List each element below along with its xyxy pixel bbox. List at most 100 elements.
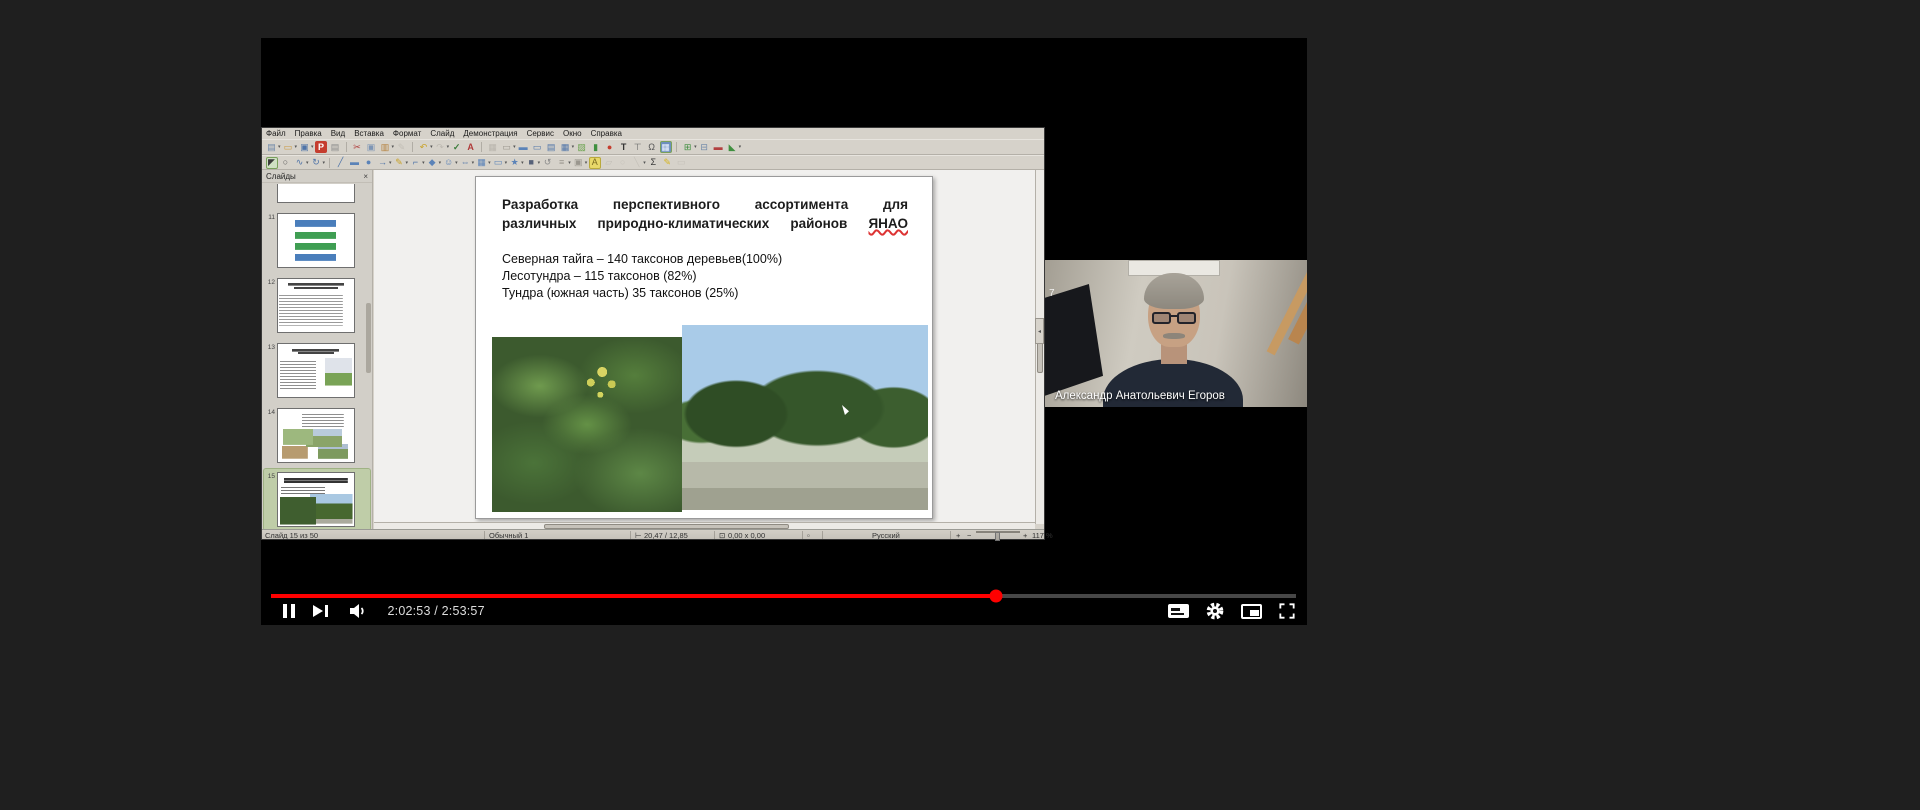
curve-icon[interactable]: ✎: [393, 157, 405, 169]
vertical-scrollbar[interactable]: [1035, 170, 1044, 524]
line-style-icon[interactable]: ∿: [294, 157, 306, 169]
slide-canvas[interactable]: Разработка перспективного ассортимента д…: [475, 176, 933, 519]
slide-thumbnail[interactable]: 12: [264, 278, 370, 333]
separator[interactable]: [329, 158, 330, 168]
ellipse-icon[interactable]: ●: [363, 157, 375, 169]
menu-item[interactable]: Файл: [266, 129, 286, 138]
sidebar-collapse-tab[interactable]: ◂: [1035, 318, 1044, 344]
next-button[interactable]: [313, 599, 328, 623]
new-slide-icon[interactable]: ⊞: [682, 141, 694, 153]
flowchart-icon[interactable]: ▦: [476, 157, 488, 169]
select-arrow-icon[interactable]: ◤: [266, 157, 278, 169]
master-slide-icon[interactable]: ▬: [517, 141, 529, 153]
menu-item[interactable]: Вид: [331, 129, 345, 138]
menu-item[interactable]: Правка: [295, 129, 322, 138]
delete-slide-icon[interactable]: ▬: [712, 141, 724, 153]
separator[interactable]: [676, 142, 677, 152]
arrange-icon[interactable]: ▣: [572, 157, 584, 169]
connector-icon[interactable]: ⌐: [410, 157, 422, 169]
new-document-icon[interactable]: ▤: [266, 141, 278, 153]
undo-icon[interactable]: ↶: [418, 141, 430, 153]
symbol-shapes-icon[interactable]: ☺: [443, 157, 455, 169]
dropdown-arrow-icon: ▾: [406, 160, 409, 166]
export-pdf-icon[interactable]: P: [315, 141, 327, 153]
close-icon[interactable]: ×: [363, 172, 368, 181]
menu-item[interactable]: Справка: [591, 129, 622, 138]
view-sorter-icon[interactable]: ▤: [545, 141, 557, 153]
paste-icon[interactable]: ▥: [379, 141, 391, 153]
fullscreen-button[interactable]: [1277, 599, 1297, 623]
duplicate-slide-icon[interactable]: ⊟: [698, 141, 710, 153]
slides-panel-title: Слайды: [266, 172, 363, 181]
redo-icon[interactable]: ↷: [434, 141, 446, 153]
arrow-line-icon[interactable]: →: [377, 157, 389, 169]
toggle-extrusion-icon[interactable]: ○: [617, 157, 629, 169]
video-player[interactable]: Файл Правка Вид Вставка Формат Слайд Демонстра…: [261, 38, 1307, 625]
insert-chart-icon[interactable]: ▮: [590, 141, 602, 153]
slide-thumbnail[interactable]: 15: [264, 469, 370, 529]
volume-button[interactable]: [346, 599, 370, 623]
horizontal-scrollbar[interactable]: [374, 522, 1035, 529]
view-normal-icon[interactable]: ▭: [531, 141, 543, 153]
insert-image-icon[interactable]: ▨: [576, 141, 588, 153]
pause-button[interactable]: [283, 599, 295, 623]
basic-shapes-icon[interactable]: ◆: [426, 157, 438, 169]
show-grid-active-icon[interactable]: ▦: [660, 141, 672, 153]
open-icon[interactable]: ▭: [282, 141, 294, 153]
shadow-icon[interactable]: ▱: [603, 157, 615, 169]
cut-icon[interactable]: ✂: [351, 141, 363, 153]
slide-layout-icon[interactable]: ◣: [726, 141, 738, 153]
insert-textbox-icon[interactable]: T: [618, 141, 630, 153]
auto-spellcheck-icon[interactable]: A: [465, 141, 477, 153]
snap-lines-icon[interactable]: ▭: [501, 141, 513, 153]
slide-thumbnail-partial[interactable]: [277, 184, 355, 203]
miniplayer-button[interactable]: [1241, 599, 1262, 623]
callouts-icon[interactable]: ▭: [492, 157, 504, 169]
menu-item[interactable]: Формат: [393, 129, 421, 138]
special-character-icon[interactable]: Ω: [646, 141, 658, 153]
slide-photo-trees: [682, 325, 928, 510]
menu-item[interactable]: Демонстрация: [463, 129, 517, 138]
menu-item[interactable]: Сервис: [527, 129, 554, 138]
freeline-icon[interactable]: ╲: [631, 157, 643, 169]
settings-button[interactable]: [1204, 599, 1226, 623]
slide-thumbnail[interactable]: 14: [264, 408, 370, 463]
header-footer-icon[interactable]: ⊤: [632, 141, 644, 153]
stars-icon[interactable]: ★: [509, 157, 521, 169]
menu-item[interactable]: Окно: [563, 129, 582, 138]
insert-line-icon[interactable]: ╱: [335, 157, 347, 169]
spelling-icon[interactable]: ✓: [451, 141, 463, 153]
clone-formatting-icon[interactable]: ✎: [396, 141, 408, 153]
panel-scrollbar[interactable]: [366, 303, 371, 373]
rotate-object-icon[interactable]: ↺: [542, 157, 554, 169]
menu-item[interactable]: Слайд: [430, 129, 454, 138]
filter-icon[interactable]: ▭: [675, 157, 687, 169]
slide-thumbnail-preview: [277, 278, 355, 333]
print-icon[interactable]: ▤: [329, 141, 341, 153]
glue-points-icon[interactable]: ✎: [661, 157, 673, 169]
edit-points-icon[interactable]: Σ: [647, 157, 659, 169]
zoom-icon[interactable]: ○: [280, 157, 292, 169]
slide-thumbnail[interactable]: 13: [264, 343, 370, 398]
grid-icon[interactable]: ▦: [487, 141, 499, 153]
separator[interactable]: [481, 142, 482, 152]
align-icon[interactable]: ≡: [556, 157, 568, 169]
subtitles-icon: [1168, 604, 1189, 618]
block-arrows-icon[interactable]: ⇔: [459, 157, 471, 169]
slide-thumbnail[interactable]: 11: [264, 213, 370, 268]
menu-item[interactable]: Вставка: [354, 129, 384, 138]
3d-objects-icon[interactable]: ■: [525, 157, 537, 169]
save-icon[interactable]: ▣: [299, 141, 311, 153]
rectangle-icon[interactable]: ▬: [349, 157, 361, 169]
separator[interactable]: [412, 142, 413, 152]
copy-icon[interactable]: ▣: [365, 141, 377, 153]
dropdown-arrow-icon: ▾: [568, 160, 571, 166]
dropdown-arrow-icon: ▾: [306, 160, 309, 166]
fontwork-icon[interactable]: A: [589, 157, 601, 169]
gallery-icon[interactable]: ●: [604, 141, 616, 153]
separator[interactable]: [346, 142, 347, 152]
rotate-icon[interactable]: ↻: [310, 157, 322, 169]
table-icon[interactable]: ▦: [559, 141, 571, 153]
subtitles-button[interactable]: [1168, 599, 1189, 623]
webcam-corner-text: 7: [1049, 288, 1055, 299]
